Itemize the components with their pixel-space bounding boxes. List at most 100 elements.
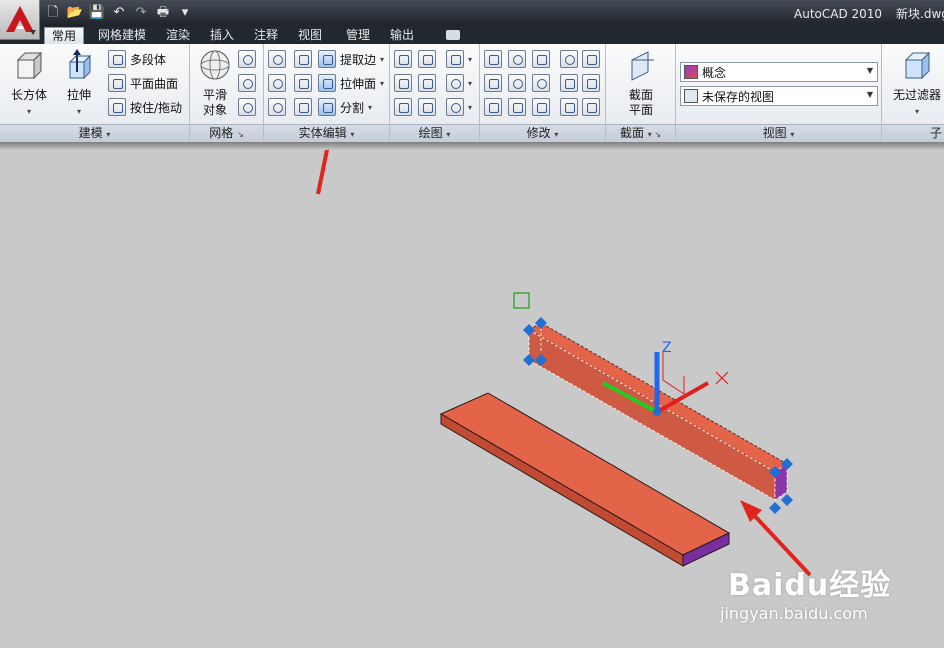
grip[interactable] xyxy=(781,494,793,506)
panel-title-mesh[interactable]: 网格 ↘ xyxy=(190,124,263,142)
3d-array-button[interactable] xyxy=(484,96,502,118)
polyline-button[interactable] xyxy=(394,48,412,70)
qat-menu-icon[interactable]: ▾ xyxy=(176,4,194,22)
tab-output[interactable]: 输出 xyxy=(384,27,420,44)
erase-button[interactable] xyxy=(560,96,600,118)
mesh-add-crease-button[interactable] xyxy=(238,48,256,70)
arc-button[interactable]: ▾ xyxy=(446,48,472,70)
section-plane-button[interactable]: 截面 平面 xyxy=(620,48,662,118)
union-icon xyxy=(268,50,286,68)
circle-button[interactable]: ▾ xyxy=(446,72,472,94)
panel-section: 截面 平面 截面 ▾ ↘ xyxy=(606,44,676,142)
extrude-faces-button[interactable]: 拉伸面 ▾ xyxy=(318,72,384,94)
new-icon[interactable]: 🗋 xyxy=(44,4,62,22)
rectangle-icon xyxy=(418,98,436,116)
panel-draw: ▾ ▾ ▾ 绘图 ▾ xyxy=(390,44,480,142)
rotate-button[interactable] xyxy=(532,72,550,94)
3d-move-button[interactable] xyxy=(532,48,550,70)
visual-style-dropdown[interactable]: 概念 ▼ xyxy=(680,62,878,82)
separate-label: 分割 xyxy=(340,100,365,115)
panel-title-solid-editing[interactable]: 实体编辑 ▾ xyxy=(264,124,389,142)
3d-mirror-button[interactable] xyxy=(508,72,526,94)
line-button[interactable] xyxy=(418,72,436,94)
panel-title-filter[interactable]: 子 xyxy=(882,124,944,142)
polygon-icon xyxy=(394,98,412,116)
union-button[interactable] xyxy=(268,48,286,70)
panel-title-section[interactable]: 截面 ▾ ↘ xyxy=(606,124,675,142)
chevron-down-icon: ▼ xyxy=(866,90,873,99)
3d-rotate-button[interactable] xyxy=(508,48,526,70)
ribbon-minimize-button[interactable] xyxy=(446,30,460,40)
ucs-origin-square xyxy=(513,292,530,309)
no-filter-button[interactable]: 无过滤器 ▾ xyxy=(890,48,944,117)
3d-array-icon xyxy=(484,98,502,116)
smooth-object-button[interactable]: 平滑 对象 xyxy=(194,48,236,118)
spline-icon xyxy=(394,74,412,92)
mesh-remove-crease-button[interactable] xyxy=(238,72,256,94)
3d-align-button[interactable] xyxy=(484,72,502,94)
ellipse-button[interactable]: ▾ xyxy=(446,96,472,118)
tab-annotate[interactable]: 注释 xyxy=(248,27,284,44)
stretch-button[interactable] xyxy=(560,72,600,94)
spline-button[interactable] xyxy=(394,72,412,94)
extrude-faces-icon xyxy=(318,74,336,92)
no-filter-label: 无过滤器 xyxy=(892,88,941,102)
ribbon-tabs: 常用 网格建模 渲染 插入 注释 视图 管理 输出 xyxy=(0,26,944,44)
box-button[interactable]: 长方体 ▾ xyxy=(8,48,50,117)
quick-access-toolbar: 🗋 📂 💾 ↶ ↷ 🖶 ▾ xyxy=(44,3,194,23)
copy-button[interactable] xyxy=(560,48,600,70)
undo-icon[interactable]: ↶ xyxy=(110,4,128,22)
application-menu-button[interactable] xyxy=(0,0,40,40)
3d-move-icon xyxy=(532,50,550,68)
panel-title-view[interactable]: 视图 ▾ xyxy=(676,124,881,142)
polysolid-button[interactable]: 多段体 xyxy=(108,48,166,70)
separate-button[interactable]: 分割 ▾ xyxy=(318,96,372,118)
mesh-refine-button[interactable] xyxy=(238,96,256,118)
panel-title-modify[interactable]: 修改 ▾ xyxy=(480,124,605,142)
panel-filter: 无过滤器 ▾ 子 xyxy=(882,44,944,142)
open-icon[interactable]: 📂 xyxy=(66,4,84,22)
helix-button[interactable] xyxy=(418,48,436,70)
fillet-edge-button[interactable] xyxy=(484,48,502,70)
extrude-button[interactable]: 拉伸 ▾ xyxy=(58,48,100,117)
grip[interactable] xyxy=(769,502,781,514)
panel-title-draw[interactable]: 绘图 ▾ xyxy=(390,124,479,142)
extract-edges-button[interactable]: 提取边 ▾ xyxy=(318,48,384,70)
extract-edges-label: 提取边 xyxy=(340,52,377,67)
tab-render[interactable]: 渲染 xyxy=(160,27,196,44)
drawing-viewport[interactable]: Z Baidu经验 jingyan.baidu.com xyxy=(0,150,944,648)
window-title: AutoCAD 2010 新块.dwg xyxy=(794,5,944,22)
offset-button[interactable] xyxy=(532,96,550,118)
thicken-button[interactable] xyxy=(294,96,312,118)
3d-scale-button[interactable] xyxy=(508,96,526,118)
intersect-icon xyxy=(268,98,286,116)
save-icon[interactable]: 💾 xyxy=(88,4,106,22)
tab-mesh-modeling[interactable]: 网格建模 xyxy=(92,27,152,44)
section-plane-icon xyxy=(631,51,654,81)
subtract-button[interactable] xyxy=(268,72,286,94)
shell-button[interactable] xyxy=(294,48,312,70)
panel-view: 概念 ▼ 未保存的视图 ▼ 视图 ▾ xyxy=(676,44,882,142)
extract-edges-icon xyxy=(318,50,336,68)
tab-insert[interactable]: 插入 xyxy=(204,27,240,44)
planar-surface-label: 平面曲面 xyxy=(130,76,179,91)
presspull-button[interactable]: 按住/拖动 xyxy=(108,96,182,118)
planar-surface-button[interactable]: 平面曲面 xyxy=(108,72,178,94)
fillet-edge-icon xyxy=(484,50,502,68)
tab-manage[interactable]: 管理 xyxy=(340,27,376,44)
tab-view[interactable]: 视图 xyxy=(292,27,328,44)
mesh-remove-icon xyxy=(238,74,256,92)
3d-rotate-icon xyxy=(508,50,526,68)
plot-icon[interactable]: 🖶 xyxy=(154,4,172,22)
3d-scale-icon xyxy=(508,98,526,116)
polygon-button[interactable] xyxy=(394,96,412,118)
slice-button[interactable] xyxy=(294,72,312,94)
rectangle-button[interactable] xyxy=(418,96,436,118)
redo-icon[interactable]: ↷ xyxy=(132,4,150,22)
watermark-brand: Baidu经验 xyxy=(728,568,892,603)
dash-line-icon xyxy=(582,50,600,68)
panel-title-modeling[interactable]: 建模 ▾ xyxy=(0,124,189,142)
saved-view-dropdown[interactable]: 未保存的视图 ▼ xyxy=(680,86,878,106)
intersect-button[interactable] xyxy=(268,96,286,118)
tab-home[interactable]: 常用 xyxy=(44,27,84,44)
